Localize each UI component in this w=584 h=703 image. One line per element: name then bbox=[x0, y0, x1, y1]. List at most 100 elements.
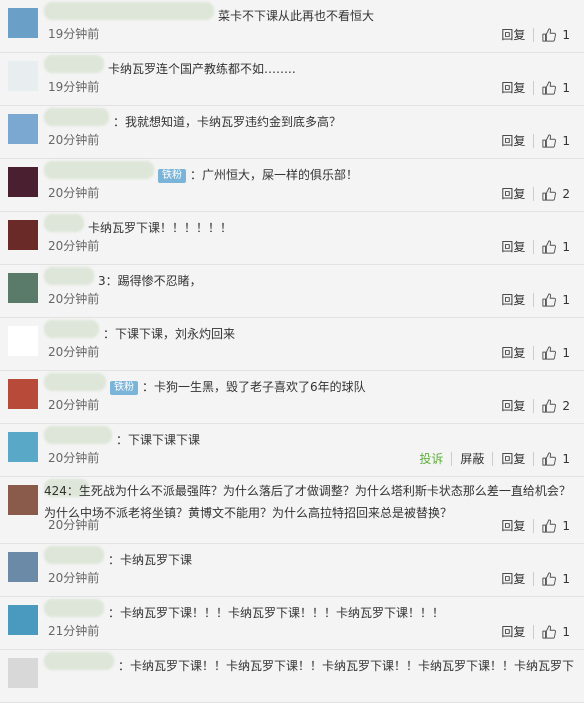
username-blurred[interactable] bbox=[44, 267, 94, 285]
like-button[interactable]: 1 bbox=[534, 28, 570, 42]
avatar[interactable] bbox=[8, 485, 38, 515]
comment-time: 20分钟前 bbox=[48, 186, 100, 200]
reply-button[interactable]: 回复 bbox=[493, 572, 535, 586]
avatar-image bbox=[8, 485, 38, 515]
username-suffix: 424 bbox=[44, 484, 67, 498]
avatar[interactable] bbox=[8, 605, 38, 635]
like-button[interactable]: 1 bbox=[534, 240, 570, 254]
fan-badge: 铁粉 bbox=[158, 169, 186, 183]
comment-body: 卡纳瓦罗连个国产教练都不如…….. bbox=[108, 62, 296, 76]
avatar[interactable] bbox=[8, 61, 38, 91]
avatar[interactable] bbox=[8, 326, 38, 356]
thumb-up-icon bbox=[542, 81, 557, 95]
like-button[interactable]: 1 bbox=[534, 134, 570, 148]
comment-actions: 回复 1 bbox=[493, 625, 570, 639]
thumb-up-icon bbox=[542, 399, 557, 413]
block-button[interactable]: 屏蔽 bbox=[452, 452, 494, 466]
avatar[interactable] bbox=[8, 273, 38, 303]
comment-text: 卡纳瓦罗连个国产教练都不如…….. bbox=[108, 59, 574, 79]
comment-time: 20分钟前 bbox=[48, 398, 100, 412]
report-button[interactable]: 投诉 bbox=[411, 452, 453, 466]
like-button[interactable]: 2 bbox=[534, 187, 570, 201]
like-count: 1 bbox=[562, 28, 570, 42]
comment-body: ：卡纳瓦罗下课！！！卡纳瓦罗下课！！！卡纳瓦罗下课！！！ bbox=[108, 606, 445, 620]
comment-text: 菜卡不下课从此再也不看恒大 bbox=[218, 6, 574, 26]
avatar[interactable] bbox=[8, 220, 38, 250]
reply-button[interactable]: 回复 bbox=[493, 293, 535, 307]
username-blurred[interactable] bbox=[44, 426, 112, 444]
like-button[interactable]: 1 bbox=[534, 572, 570, 586]
like-count: 1 bbox=[562, 240, 570, 254]
comment-body: ：下课下课，刘永灼回来 bbox=[103, 327, 236, 341]
comment-text: ：卡纳瓦罗下课！！！卡纳瓦罗下课！！！卡纳瓦罗下课！！！ bbox=[108, 603, 574, 623]
avatar-image bbox=[8, 61, 38, 91]
reply-button[interactable]: 回复 bbox=[493, 134, 535, 148]
comment-item: 铁粉 ：广州恒大，屎一样的俱乐部！ 20分钟前 回复 2 bbox=[0, 159, 584, 212]
comment-item: ：下课下课，刘永灼回来 20分钟前 回复 1 bbox=[0, 318, 584, 371]
comment-text: 424：生死战为什么不派最强阵？为什么落后了才做调整？为什么塔利斯卡状态那么差一… bbox=[44, 480, 574, 524]
reply-button[interactable]: 回复 bbox=[493, 28, 535, 42]
comment-actions: 回复 1 bbox=[493, 346, 570, 360]
username-blurred[interactable] bbox=[44, 373, 106, 391]
like-count: 1 bbox=[562, 134, 570, 148]
username-blurred[interactable] bbox=[44, 55, 104, 73]
avatar-image bbox=[8, 220, 38, 250]
comment-list: 菜卡不下课从此再也不看恒大 19分钟前 回复 1 卡纳瓦罗连个国产教练都不如……… bbox=[0, 0, 584, 703]
avatar-image bbox=[8, 273, 38, 303]
reply-button[interactable]: 回复 bbox=[493, 399, 535, 413]
reply-button[interactable]: 回复 bbox=[493, 81, 535, 95]
avatar[interactable] bbox=[8, 658, 38, 688]
avatar[interactable] bbox=[8, 379, 38, 409]
comment-item: ：卡纳瓦罗下课！！！卡纳瓦罗下课！！！卡纳瓦罗下课！！！ 21分钟前 回复 1 bbox=[0, 597, 584, 650]
like-button[interactable]: 1 bbox=[534, 293, 570, 307]
comment-body: ：广州恒大，屎一样的俱乐部！ bbox=[190, 168, 359, 182]
like-count: 1 bbox=[562, 293, 570, 307]
like-button[interactable]: 1 bbox=[534, 519, 570, 533]
avatar[interactable] bbox=[8, 552, 38, 582]
like-button[interactable]: 1 bbox=[534, 346, 570, 360]
like-button[interactable]: 2 bbox=[534, 399, 570, 413]
avatar-image bbox=[8, 326, 38, 356]
avatar[interactable] bbox=[8, 114, 38, 144]
avatar[interactable] bbox=[8, 432, 38, 462]
thumb-up-icon bbox=[542, 240, 557, 254]
username-blurred[interactable] bbox=[44, 599, 104, 617]
comment-body: ：生死战为什么不派最强阵？为什么落后了才做调整？为什么塔利斯卡状态那么差一直给机… bbox=[44, 484, 571, 520]
comment-text: ：我就想知道，卡纳瓦罗违约金到底多高？ bbox=[113, 112, 574, 132]
reply-button[interactable]: 回复 bbox=[493, 452, 535, 466]
reply-button[interactable]: 回复 bbox=[493, 625, 535, 639]
comment-body: ：卡狗一生黑，毁了老子喜欢了6年的球队 bbox=[142, 380, 366, 394]
comment-actions: 回复 1 bbox=[493, 28, 570, 42]
username-blurred[interactable] bbox=[44, 652, 114, 670]
comment-text: ：卡纳瓦罗下课 bbox=[108, 550, 574, 570]
avatar[interactable] bbox=[8, 8, 38, 38]
like-button[interactable]: 1 bbox=[534, 625, 570, 639]
reply-button[interactable]: 回复 bbox=[493, 346, 535, 360]
reply-button[interactable]: 回复 bbox=[493, 519, 535, 533]
username-blurred[interactable] bbox=[44, 2, 214, 20]
username-blurred[interactable] bbox=[44, 161, 154, 179]
thumb-up-icon bbox=[542, 519, 557, 533]
avatar[interactable] bbox=[8, 167, 38, 197]
username-blurred[interactable] bbox=[44, 214, 84, 232]
comment-time: 20分钟前 bbox=[48, 239, 100, 253]
comment-item: ：我就想知道，卡纳瓦罗违约金到底多高？ 20分钟前 回复 1 bbox=[0, 106, 584, 159]
comment-time: 20分钟前 bbox=[48, 292, 100, 306]
comment-text: 卡纳瓦罗下课！！！！！！ bbox=[88, 218, 574, 238]
username-blurred[interactable] bbox=[44, 108, 109, 126]
username-blurred[interactable] bbox=[44, 546, 104, 564]
username-blurred[interactable] bbox=[44, 320, 99, 338]
like-button[interactable]: 1 bbox=[534, 452, 570, 466]
reply-button[interactable]: 回复 bbox=[493, 187, 535, 201]
comment-time: 20分钟前 bbox=[48, 571, 100, 585]
comment-item: 卡纳瓦罗下课！！！！！！ 20分钟前 回复 1 bbox=[0, 212, 584, 265]
comment-time: 21分钟前 bbox=[48, 624, 100, 638]
comment-actions: 回复 1 bbox=[493, 81, 570, 95]
avatar-image bbox=[8, 552, 38, 582]
comment-actions: 回复 1 bbox=[493, 519, 570, 533]
avatar-image bbox=[8, 605, 38, 635]
avatar-image bbox=[8, 114, 38, 144]
reply-button[interactable]: 回复 bbox=[493, 240, 535, 254]
avatar-image bbox=[8, 658, 38, 688]
like-button[interactable]: 1 bbox=[534, 81, 570, 95]
